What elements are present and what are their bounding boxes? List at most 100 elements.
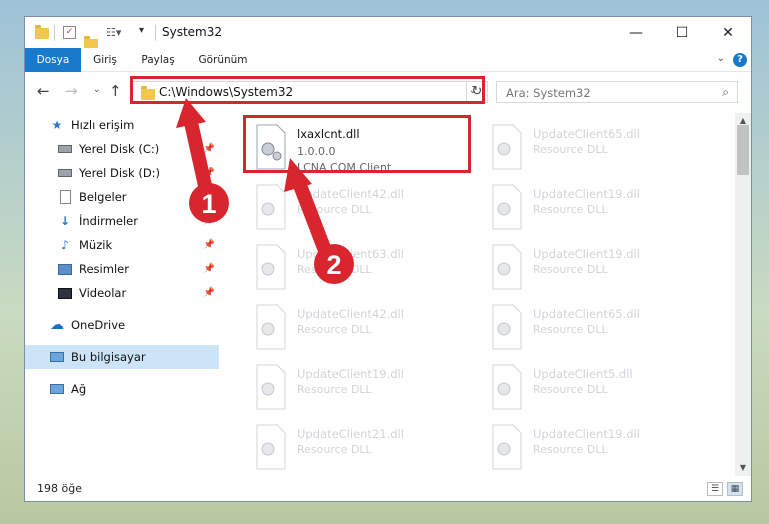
- file-name: UpdateClient19.dll: [533, 427, 640, 441]
- drive-icon: [57, 141, 73, 157]
- recent-locations-icon[interactable]: ⌄: [93, 85, 101, 95]
- cloud-icon: ☁: [50, 317, 64, 333]
- address-bar-highlight: [130, 76, 485, 104]
- back-arrow-icon[interactable]: ←: [37, 82, 50, 100]
- forward-arrow-icon[interactable]: →: [65, 82, 78, 100]
- music-icon: ♪: [61, 238, 69, 252]
- file-name: UpdateClient63.dll: [297, 247, 404, 261]
- title-divider: [155, 25, 156, 41]
- search-box[interactable]: ⌕: [496, 81, 738, 103]
- sidebar-item-label: Yerel Disk (C:): [79, 142, 160, 156]
- properties-icon[interactable]: ✓: [63, 26, 76, 39]
- maximize-button[interactable]: ☐: [659, 17, 705, 48]
- scroll-down-icon[interactable]: ▼: [735, 460, 751, 476]
- search-icon[interactable]: ⌕: [722, 85, 729, 100]
- sidebar-item-label: İndirmeler: [79, 214, 138, 228]
- file-tile[interactable]: UpdateClient19.dll Resource DLL: [483, 241, 713, 297]
- tab-paylas[interactable]: Paylaş: [135, 48, 181, 72]
- file-tile[interactable]: UpdateClient19.dll Resource DLL: [483, 421, 713, 473]
- pictures-icon: [57, 261, 73, 277]
- status-bar: 198 öğe ☰ ▦: [25, 477, 751, 501]
- sidebar-item-local-disk-d[interactable]: Yerel Disk (D:) 📌: [25, 161, 219, 185]
- sidebar-item-documents[interactable]: Belgeler 📌: [25, 185, 219, 209]
- expand-ribbon-icon[interactable]: ⌄: [717, 53, 725, 64]
- pin-icon[interactable]: 📌: [204, 216, 215, 226]
- dll-file-icon: [256, 244, 286, 290]
- file-tile[interactable]: UpdateClient65.dll Resource DLL: [483, 301, 713, 357]
- sidebar-item-local-disk-c[interactable]: Yerel Disk (C:) 📌: [25, 137, 219, 161]
- file-name: UpdateClient19.dll: [533, 247, 640, 261]
- sidebar-item-pictures[interactable]: Resimler 📌: [25, 257, 219, 281]
- up-arrow-icon[interactable]: ↑: [109, 82, 122, 100]
- window-title: System32: [162, 25, 223, 39]
- file-tile[interactable]: UpdateClient19.dll Resource DLL: [483, 181, 713, 237]
- tab-dosya[interactable]: Dosya: [25, 48, 81, 72]
- sidebar-item-music[interactable]: ♪ Müzik 📌: [25, 233, 219, 257]
- file-name: UpdateClient65.dll: [533, 127, 640, 141]
- file-name: UpdateClient21.dll: [297, 427, 404, 441]
- folder-icon: [35, 25, 49, 39]
- sidebar-item-this-pc[interactable]: Bu bilgisayar: [25, 345, 219, 369]
- sidebar-item-label: Müzik: [79, 238, 113, 252]
- dll-file-icon: [492, 124, 522, 170]
- details-view-icon[interactable]: ☰: [707, 482, 723, 496]
- sidebar-item-label: Ağ: [71, 382, 87, 396]
- file-description: Resource DLL: [533, 443, 608, 456]
- pin-icon[interactable]: 📌: [204, 240, 215, 250]
- dll-file-icon: [492, 304, 522, 350]
- dll-file-icon: [492, 244, 522, 290]
- sidebar-item-network[interactable]: Ağ: [25, 377, 219, 401]
- scroll-thumb[interactable]: [737, 125, 749, 175]
- file-tile[interactable]: UpdateClient21.dll Resource DLL: [247, 421, 477, 473]
- file-description: Resource DLL: [297, 383, 372, 396]
- large-icons-view-icon[interactable]: ▦: [727, 482, 743, 496]
- file-tile[interactable]: UpdateClient42.dll Resource DLL: [247, 181, 477, 237]
- sidebar-item-videos[interactable]: Videolar 📌: [25, 281, 219, 305]
- file-tile[interactable]: UpdateClient19.dll Resource DLL: [247, 361, 477, 417]
- pin-icon[interactable]: 📌: [204, 192, 215, 202]
- file-description: Resource DLL: [533, 263, 608, 276]
- file-highlight: [243, 115, 471, 173]
- file-tile[interactable]: UpdateClient42.dll Resource DLL: [247, 301, 477, 357]
- file-tile[interactable]: UpdateClient63.dll Resource DLL: [247, 241, 477, 297]
- file-name: UpdateClient42.dll: [297, 307, 404, 321]
- dll-file-icon: [492, 364, 522, 410]
- file-description: Resource DLL: [533, 323, 608, 336]
- video-icon: [57, 285, 73, 301]
- sidebar-item-quick-access[interactable]: ★ Hızlı erişim: [25, 113, 219, 137]
- tab-gorunum[interactable]: Görünüm: [192, 48, 254, 72]
- pin-icon[interactable]: 📌: [204, 288, 215, 298]
- tab-giris[interactable]: Giriş: [85, 48, 125, 72]
- minimize-button[interactable]: —: [613, 17, 659, 48]
- pin-icon[interactable]: 📌: [204, 144, 215, 154]
- file-description: Resource DLL: [297, 443, 372, 456]
- help-button[interactable]: ?: [733, 53, 747, 67]
- sidebar-item-downloads[interactable]: ↓ İndirmeler 📌: [25, 209, 219, 233]
- sidebar-item-label: Resimler: [79, 262, 129, 276]
- quick-access-menu-icon[interactable]: ☷▾: [106, 26, 121, 42]
- file-tile[interactable]: UpdateClient65.dll Resource DLL: [483, 121, 713, 177]
- sidebar-item-label: Videolar: [79, 286, 127, 300]
- sidebar-item-label: Yerel Disk (D:): [79, 166, 161, 180]
- download-icon: ↓: [59, 214, 71, 228]
- customize-qa-icon[interactable]: ▾: [139, 25, 144, 41]
- dll-file-icon: [256, 364, 286, 410]
- sidebar-item-label: Hızlı erişim: [71, 118, 135, 132]
- file-name: UpdateClient19.dll: [297, 367, 404, 381]
- dll-file-icon: [492, 184, 522, 230]
- vertical-scrollbar[interactable]: ▲ ▼: [735, 113, 751, 476]
- drive-icon: [57, 165, 73, 181]
- dll-file-icon: [256, 424, 286, 470]
- file-description: Resource DLL: [297, 263, 372, 276]
- qa-divider: [54, 25, 55, 41]
- file-tile[interactable]: UpdateClient5.dll Resource DLL: [483, 361, 713, 417]
- pin-icon[interactable]: 📌: [204, 168, 215, 178]
- file-name: UpdateClient19.dll: [533, 187, 640, 201]
- sidebar-item-onedrive[interactable]: ☁ OneDrive: [25, 313, 219, 337]
- search-input[interactable]: [506, 83, 706, 103]
- pin-icon[interactable]: 📌: [204, 264, 215, 274]
- close-button[interactable]: ✕: [705, 17, 751, 48]
- sidebar-item-label: Bu bilgisayar: [71, 350, 146, 364]
- file-name: UpdateClient42.dll: [297, 187, 404, 201]
- network-icon: [49, 381, 65, 397]
